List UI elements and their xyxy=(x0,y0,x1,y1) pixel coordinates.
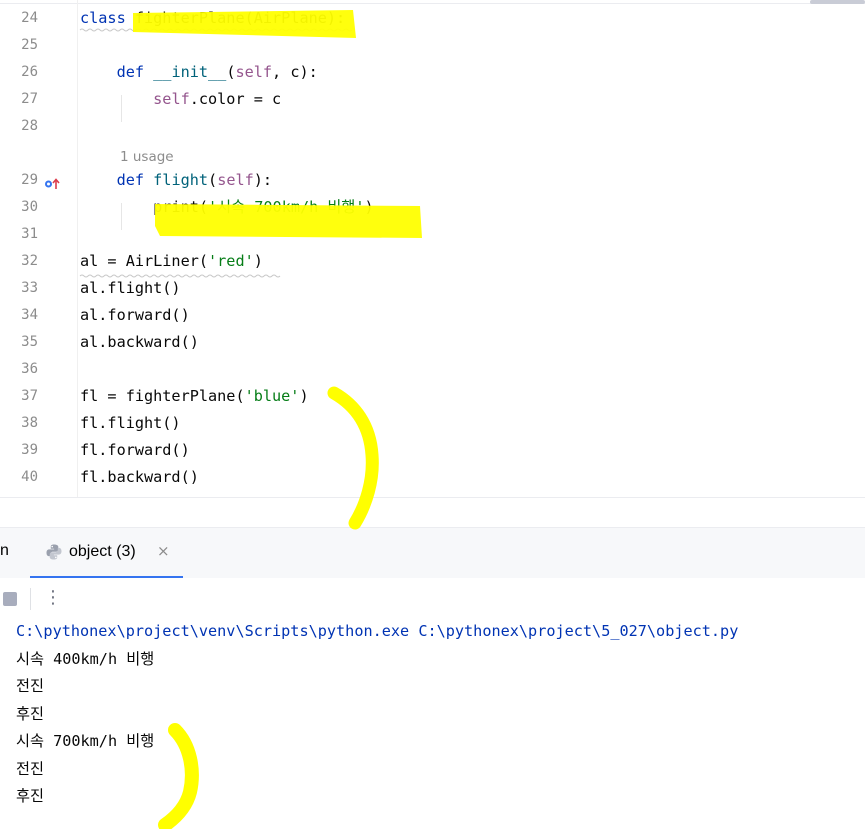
run-tab-fragment[interactable]: n xyxy=(0,542,9,560)
console-output-line: 시속 700km/h 비행 xyxy=(16,732,155,750)
more-options-icon[interactable]: ⋮ xyxy=(44,586,62,610)
stop-icon[interactable] xyxy=(3,592,17,606)
python-icon xyxy=(45,543,63,565)
panel-splitter[interactable] xyxy=(0,497,865,528)
console-command-line: C:\pythonex\project\venv\Scripts\python.… xyxy=(16,622,739,640)
console-output-line: 시속 400km/h 비행 xyxy=(16,649,155,668)
run-toolbar: ⋮ xyxy=(0,578,865,620)
code-editor[interactable]: 24 class fighterPlane(AirPlane): 25 26 def … xyxy=(0,0,865,497)
console-output[interactable]: C:\pythonex\project\venv\Scripts\python.… xyxy=(0,620,865,829)
run-tool-tabbar: n object (3) × xyxy=(0,527,865,579)
tab-object-run[interactable]: object (3) × xyxy=(30,528,183,579)
toolbar-separator xyxy=(30,588,31,610)
ide-window: 24 class fighterPlane(AirPlane): 25 26 def … xyxy=(0,0,865,829)
console-output-line: 전진 xyxy=(16,677,44,695)
warning-squiggles xyxy=(79,28,353,278)
console-output-line: 후진 xyxy=(16,787,44,805)
close-icon[interactable]: × xyxy=(157,542,170,560)
console-output-line: 전진 xyxy=(16,759,44,778)
tab-label: object (3) xyxy=(69,543,136,560)
console-output-line: 후진 xyxy=(16,704,44,723)
